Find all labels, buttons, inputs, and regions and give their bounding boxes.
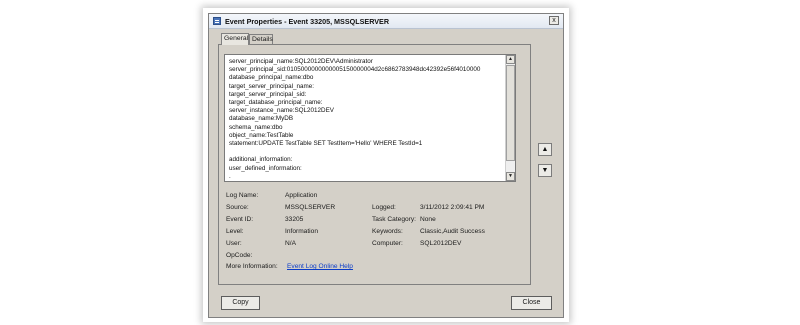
computer-label: Computer: [372,240,403,247]
source-label: Source: [226,204,249,211]
event-text-line: target_server_principal_sid: [229,90,307,98]
event-text-line: user_defined_information: [229,164,302,172]
next-event-button[interactable]: ▼ [538,164,552,177]
event-text-line: server_principal_sid:0105000000000005150… [229,66,481,74]
event-text-line: server_instance_name:SQL2012DEV [229,107,335,115]
event-text-line: additional_information: [229,156,293,164]
user-label: User: [226,240,242,247]
event-text-line: schema_name:dbo [229,123,283,131]
event-text-line: target_database_principal_name: [229,99,323,106]
level-label: Level: [226,228,244,235]
event-text-line: target_server_principal_name: [229,82,315,90]
close-button[interactable]: Close [511,296,552,310]
event-id-label: Event ID: [226,216,254,223]
event-viewer-app-icon [213,17,221,25]
event-text-line: server_principal_name:SQL2012DEV\Adminis… [229,58,373,65]
log-name-label: Log Name: [226,192,259,199]
event-text-line: . [229,172,231,180]
opcode-label: OpCode: [226,252,253,259]
event-text-line: statement:UPDATE TestTable SET TestItem=… [229,140,423,147]
window-title: Event Properties - Event 33205, MSSQLSER… [225,17,390,26]
previous-event-button[interactable]: ▲ [538,143,552,156]
level-value: Information [285,228,318,235]
keywords-value: Classic,Audit Success [420,228,485,235]
event-description-textbox[interactable]: server_principal_name:SQL2012DEV\Adminis… [224,54,516,182]
scrollbar-thumb[interactable] [506,65,515,161]
event-text-line: object_name:TestTable [229,131,294,139]
logged-value: 3/11/2012 2:09:41 PM [420,204,485,211]
keywords-label: Keywords: [372,228,403,235]
vertical-scrollbar[interactable]: ▲ ▼ [505,55,515,181]
close-icon[interactable]: x [549,16,559,25]
event-text-line: database_name:MyDB [229,115,294,123]
event-text-line: database_principal_name:dbo [229,74,314,82]
more-information-label: More Information: [226,263,278,270]
computer-value: SQL2012DEV [420,240,462,247]
scroll-up-icon[interactable]: ▲ [506,55,515,64]
tab-general[interactable]: General [221,33,249,45]
task-category-label: Task Category: [372,216,416,223]
scroll-down-icon[interactable]: ▼ [506,172,515,181]
task-category-value: None [420,216,436,223]
event-log-online-help-link[interactable]: Event Log Online Help [287,263,353,271]
user-value: N/A [285,240,296,247]
copy-button[interactable]: Copy [221,296,260,310]
event-id-value: 33205 [285,216,304,223]
log-name-value: Application [285,192,318,199]
source-value: MSSQLSERVER [285,204,336,211]
logged-label: Logged: [372,204,396,211]
title-bar[interactable]: Event Properties - Event 33205, MSSQLSER… [209,14,563,29]
event-properties-dialog: Event Properties - Event 33205, MSSQLSER… [208,13,564,318]
